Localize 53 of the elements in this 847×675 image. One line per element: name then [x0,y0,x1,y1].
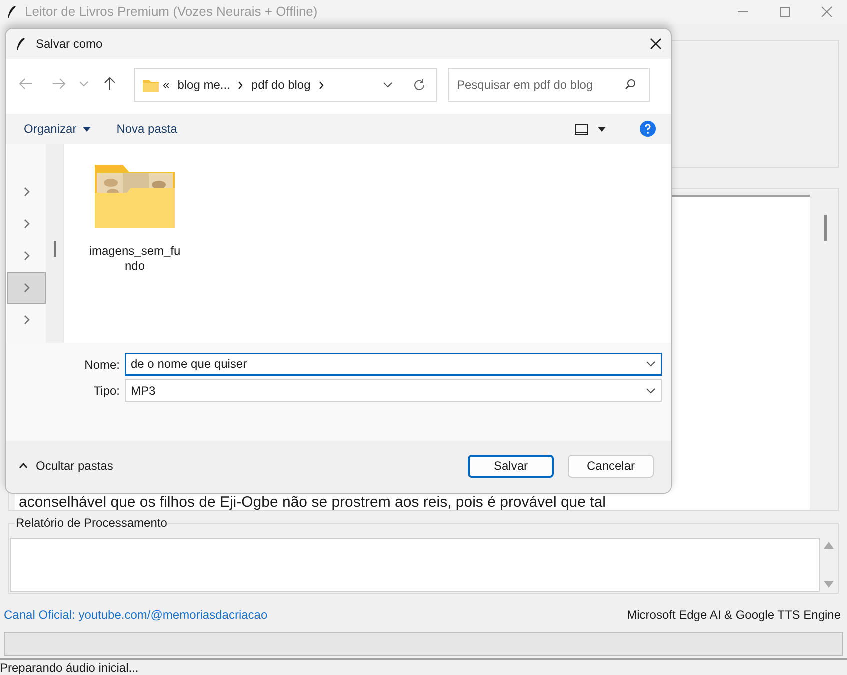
chevron-icon [24,283,30,293]
file-name[interactable]: imagens_sem_fundo [89,244,181,274]
chevron-icon [24,219,30,229]
maximize-icon[interactable] [779,6,791,18]
close-icon[interactable] [650,38,662,50]
chevron-icon [238,80,244,90]
scrollbar-thumb[interactable] [824,214,826,241]
hide-folders-toggle[interactable]: Ocultar pastas [36,457,114,475]
chevron-icon [24,187,30,197]
engine-label: Microsoft Edge AI & Google TTS Engine [627,607,841,624]
save-button[interactable]: Salvar [468,454,554,478]
feather-icon [7,4,17,19]
dialog-title: Salvar como [36,36,103,53]
channel-link[interactable]: Canal Oficial: youtube.com/@memoriasdacriacao [4,606,268,624]
filename-field[interactable]: de o nome que quiser [125,353,662,376]
help-icon[interactable] [640,121,656,137]
group-label: Relatório de Processamento [15,516,168,530]
organize-menu[interactable]: Organizar [24,120,91,138]
chevron-down-icon[interactable] [646,361,656,367]
forward-icon[interactable] [52,78,66,90]
status-text: Preparando áudio inicial... [0,660,139,675]
view-icon[interactable] [575,124,588,134]
chevron-icon [318,80,324,90]
nav-item[interactable] [7,272,46,304]
field-label: Tipo: [92,382,121,400]
scroll-down-icon[interactable] [824,581,834,588]
back-icon[interactable] [19,78,33,90]
new-folder-button[interactable]: Nova pasta [116,120,178,138]
caret-icon [82,126,91,132]
folder-icon [143,78,159,92]
refresh-icon[interactable] [413,78,426,92]
folder-icon[interactable] [93,163,177,230]
scrollbar-thumb[interactable] [54,241,56,257]
breadcrumb-item[interactable]: blog me... [178,76,230,94]
search-field[interactable]: Pesquisar em pdf do blog [448,68,650,102]
chevron-icon [24,315,30,325]
filetype-dropdown[interactable]: MP3 [125,379,662,402]
breadcrumb-item[interactable]: « [163,76,170,94]
text-line: aconselhável que os filhos de Eji-Ogbe não se prostrem aos reis, pois é provável que tal [18,495,607,510]
scroll-up-icon[interactable] [824,542,834,550]
search-icon[interactable] [625,79,636,90]
feather-icon [16,37,26,51]
caret-icon[interactable] [598,126,606,132]
window-title: Leitor de Livros Premium (Vozes Neurais + Offline) [25,3,318,22]
up-icon[interactable] [104,77,116,91]
breadcrumb-item[interactable]: pdf do blog [251,76,311,94]
dropdown-icon[interactable] [383,82,393,88]
chevron-up-icon[interactable] [19,463,28,469]
field-label: Nome: [84,356,121,374]
address-bar[interactable]: « blog me... pdf do blog [134,68,437,102]
cancel-button[interactable]: Cancelar [568,454,654,478]
chevron-icon [24,251,30,261]
chevron-down-icon[interactable] [646,388,656,394]
